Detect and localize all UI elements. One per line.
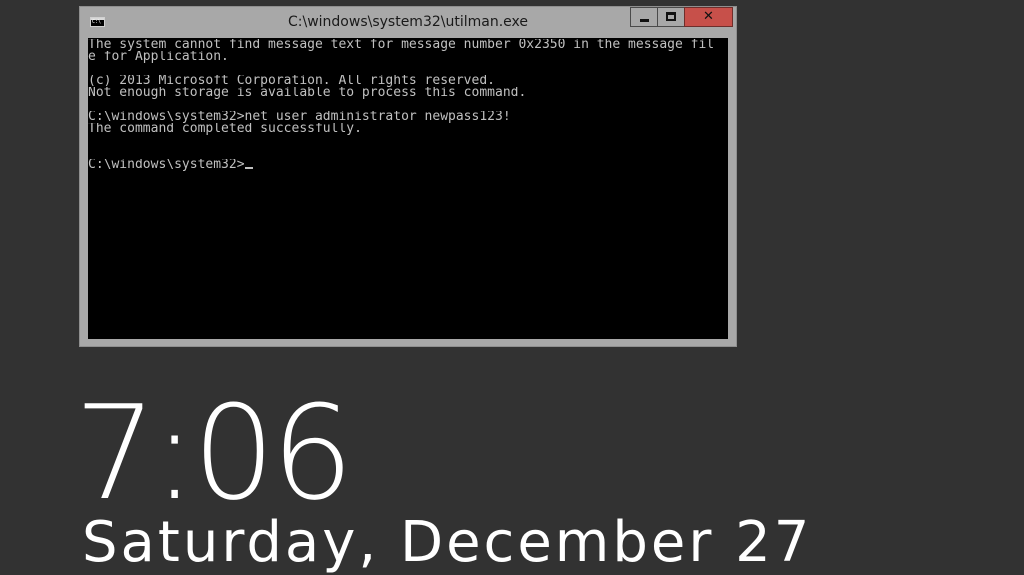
close-button[interactable]: ✕ <box>684 7 733 27</box>
console-line: Not enough storage is available to proce… <box>88 87 527 99</box>
minimize-icon <box>631 8 657 26</box>
title-bar[interactable]: C:\windows\system32\utilman.exe ✕ <box>80 7 736 37</box>
minimize-button[interactable] <box>630 7 658 27</box>
console-prompt: C:\windows\system32> <box>88 159 245 171</box>
console-line: C:\windows\system32>net user administrat… <box>88 111 511 123</box>
text-cursor <box>244 167 253 169</box>
console-line: (c) 2013 Microsoft Corporation. All righ… <box>88 75 495 87</box>
lock-screen-date: Saturday, December 27 <box>82 510 813 575</box>
console-line: The command completed successfully. <box>88 123 362 135</box>
console-prompt-line[interactable]: C:\windows\system32> <box>88 159 728 171</box>
close-icon: ✕ <box>703 9 714 24</box>
lock-screen-time: 7:06 <box>74 377 354 529</box>
command-prompt-window[interactable]: C:\windows\system32\utilman.exe ✕ The sy… <box>79 6 737 347</box>
console-output-area[interactable]: The system cannot find message text for … <box>88 38 728 339</box>
console-line: e for Application. <box>88 51 229 63</box>
maximize-icon <box>658 8 684 26</box>
console-line: The system cannot find message text for … <box>88 39 715 51</box>
console-lines: The system cannot find message text for … <box>88 38 728 171</box>
maximize-button[interactable] <box>657 7 685 27</box>
